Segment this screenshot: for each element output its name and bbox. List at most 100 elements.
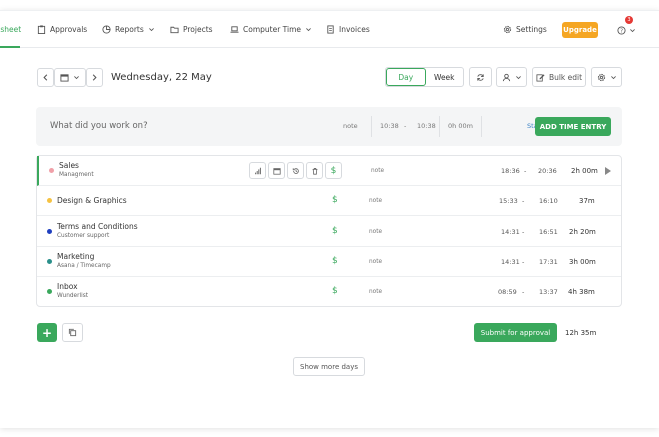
- project-color-dot: [47, 198, 52, 203]
- user-picker-button[interactable]: [496, 67, 527, 87]
- entry-duration[interactable]: 4h 38m: [568, 288, 595, 296]
- entry-duration[interactable]: 3h 00m: [569, 258, 596, 266]
- dollar-icon[interactable]: $: [332, 226, 338, 236]
- upgrade-button[interactable]: Upgrade: [562, 22, 598, 38]
- user-icon: [502, 73, 511, 82]
- calendar-icon: [60, 73, 69, 82]
- nav-timesheet[interactable]: Timesheet: [0, 11, 22, 48]
- gear-icon: [597, 73, 606, 82]
- tab-day[interactable]: Day: [386, 68, 426, 86]
- laptop-icon: [230, 25, 239, 34]
- start-time[interactable]: 08:59: [498, 288, 517, 296]
- nav-approvals[interactable]: Approvals: [37, 11, 87, 48]
- project-color-dot: [47, 259, 52, 264]
- prev-day-button[interactable]: [37, 68, 54, 87]
- table-row[interactable]: Sales Managment $ note 18:36 - 20:36 2h …: [37, 156, 621, 186]
- chevron-down-icon: [148, 26, 155, 33]
- tab-week[interactable]: Week: [426, 68, 464, 86]
- project-color-dot: [49, 168, 54, 173]
- task-name: Managment: [59, 172, 94, 178]
- end-time[interactable]: 20:36: [538, 167, 557, 175]
- dollar-icon: $: [330, 165, 337, 176]
- nav-approvals-label: Approvals: [50, 25, 88, 34]
- divider: [481, 116, 482, 137]
- entries-list: Sales Managment $ note 18:36 - 20:36 2h …: [36, 155, 622, 307]
- entry-note[interactable]: note: [371, 168, 384, 174]
- gear-icon: [503, 25, 512, 34]
- svg-text:?: ?: [620, 28, 623, 34]
- entry-duration[interactable]: 37m: [579, 197, 595, 205]
- entry-note-field[interactable]: note: [343, 122, 358, 130]
- nav-projects-label: Projects: [183, 25, 213, 34]
- start-time[interactable]: 14:31: [501, 258, 520, 266]
- history-icon: [292, 167, 299, 174]
- delete-button[interactable]: [306, 162, 323, 179]
- nav-reports[interactable]: Reports: [102, 11, 155, 48]
- end-time[interactable]: 16:51: [539, 228, 558, 236]
- chevron-down-icon: [629, 27, 636, 34]
- row-tools: $: [249, 162, 342, 179]
- clipboard-icon: [37, 25, 46, 34]
- table-row[interactable]: Terms and Conditions Customer support $ …: [37, 216, 621, 247]
- entry-duration[interactable]: 2h 20m: [569, 228, 596, 236]
- dollar-icon[interactable]: $: [332, 286, 338, 296]
- nav-timesheet-label: Timesheet: [0, 25, 22, 34]
- task-name: Customer support: [57, 233, 110, 239]
- end-time-input[interactable]: 10:38: [417, 122, 436, 130]
- add-time-entry-button[interactable]: ADD TIME ENTRY: [535, 117, 611, 136]
- help-icon: ?: [617, 25, 626, 35]
- app-window: Timesheet Approvals Reports Projects Com…: [0, 10, 659, 428]
- new-entry-bar: What did you work on? note 10:38 - 10:38…: [36, 107, 622, 146]
- play-icon[interactable]: [605, 167, 611, 175]
- task-name: Wunderlist: [57, 293, 89, 299]
- table-row[interactable]: Inbox Wunderlist $ note 08:59 - 13:37 4h…: [37, 277, 621, 307]
- table-row[interactable]: Design & Graphics $ note 15:33 - 16:10 3…: [37, 186, 621, 216]
- submit-approval-button[interactable]: Submit for approval: [474, 323, 557, 342]
- add-entry-button[interactable]: +: [37, 323, 57, 342]
- bulk-edit-button[interactable]: Bulk edit: [532, 67, 586, 87]
- history-button[interactable]: [287, 162, 304, 179]
- view-settings-button[interactable]: [591, 67, 622, 87]
- task-input[interactable]: What did you work on?: [50, 121, 148, 131]
- project-name: Terms and Conditions: [57, 222, 138, 231]
- entry-note[interactable]: note: [369, 289, 382, 295]
- billable-button[interactable]: $: [325, 162, 342, 179]
- start-time[interactable]: 15:33: [499, 197, 518, 205]
- end-time[interactable]: 13:37: [539, 288, 558, 296]
- refresh-button[interactable]: [469, 67, 492, 87]
- end-time[interactable]: 17:31: [539, 258, 558, 266]
- nav-computer-time-label: Computer Time: [243, 25, 302, 34]
- current-date: Wednesday, 22 May: [111, 72, 212, 83]
- project-name: Sales: [59, 161, 79, 170]
- refresh-icon: [476, 73, 485, 82]
- nav-invoices[interactable]: Invoices: [326, 11, 370, 48]
- total-duration: 12h 35m: [565, 329, 597, 337]
- duplicate-button[interactable]: [62, 323, 83, 342]
- nav-computer-time[interactable]: Computer Time: [230, 11, 312, 48]
- nav-settings[interactable]: Settings: [503, 11, 547, 48]
- start-time[interactable]: 18:36: [501, 167, 520, 175]
- task-name: Asana / Timecamp: [57, 263, 111, 269]
- chevron-down-icon: [73, 74, 80, 81]
- view-toggle: Day Week: [385, 67, 464, 87]
- entry-duration[interactable]: 0h 00m: [448, 122, 473, 130]
- stats-button[interactable]: [249, 162, 266, 179]
- table-row[interactable]: Marketing Asana / Timecamp $ note 14:31 …: [37, 247, 621, 277]
- end-time[interactable]: 16:10: [539, 197, 558, 205]
- dollar-icon[interactable]: $: [332, 256, 338, 266]
- entry-duration[interactable]: 2h 00m: [571, 167, 598, 175]
- next-day-button[interactable]: [86, 68, 103, 87]
- bulk-edit-label: Bulk edit: [548, 72, 583, 82]
- entry-note[interactable]: note: [369, 198, 382, 204]
- calendar-picker-button[interactable]: [54, 68, 86, 87]
- entry-note[interactable]: note: [369, 229, 382, 235]
- start-time[interactable]: 14:31: [501, 228, 520, 236]
- nav-invoices-label: Invoices: [339, 25, 370, 34]
- dollar-icon[interactable]: $: [332, 195, 338, 205]
- start-time-input[interactable]: 10:38: [380, 122, 399, 130]
- show-more-days-button[interactable]: Show more days: [293, 357, 365, 376]
- help-menu[interactable]: ?: [617, 23, 636, 37]
- date-button[interactable]: [268, 162, 285, 179]
- nav-projects[interactable]: Projects: [170, 11, 213, 48]
- entry-note[interactable]: note: [369, 259, 382, 265]
